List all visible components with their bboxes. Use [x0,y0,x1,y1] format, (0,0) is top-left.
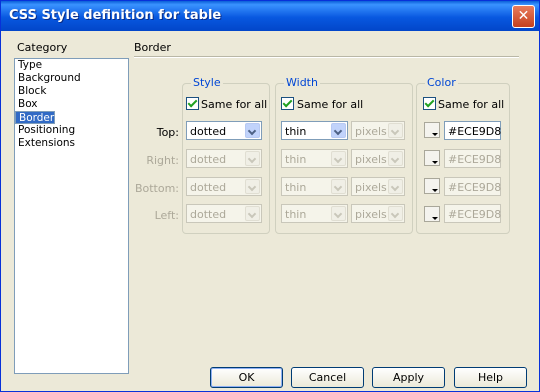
right-unit-select[interactable]: pixels [351,149,405,168]
left-style-select[interactable]: dotted [186,204,262,223]
style-same-label: Same for all [201,98,268,111]
left-width-select[interactable]: thin [281,204,348,223]
apply-button[interactable]: Apply [372,367,445,388]
right-style-select[interactable]: dotted [186,149,262,168]
right-style-value: dotted [190,153,227,166]
color-group-label: Color [425,76,458,89]
chevron-down-icon [245,206,260,221]
dialog-window: CSS Style definition for table ✕ Categor… [0,0,540,392]
category-label: Category [17,41,68,54]
bottom-style-select[interactable]: dotted [186,177,262,196]
chevron-down-icon [331,206,346,221]
bottom-color-input[interactable]: #ECE9D8 [444,177,501,196]
category-item-border[interactable]: Border [15,111,56,124]
chevron-down-icon [245,179,260,194]
width-group-label: Width [284,76,320,89]
chevron-down-icon [388,151,403,166]
close-icon: ✕ [517,8,530,24]
category-list[interactable]: Type Background Block Box Border List Po… [14,58,129,374]
chevron-down-icon [331,179,346,194]
chevron-down-icon [331,151,346,166]
left-unit-value: pixels [355,208,387,221]
ok-button[interactable]: OK [210,367,283,388]
width-same-label: Same for all [297,98,364,111]
row-label-left: Left: [154,209,179,222]
top-unit-value: pixels [355,125,387,138]
top-color-swatch[interactable] [424,122,440,138]
row-label-right: Right: [146,154,179,167]
category-item-box[interactable]: Box [15,98,128,111]
left-color-swatch[interactable] [424,206,440,222]
bottom-style-value: dotted [190,181,227,194]
left-style-value: dotted [190,208,227,221]
category-item-type[interactable]: Type [15,59,128,72]
style-group-label: Style [191,76,223,89]
row-label-top: Top: [156,126,179,139]
style-same-checkbox[interactable] [186,97,199,110]
width-same-checkbox[interactable] [281,97,294,110]
left-color-input[interactable]: #ECE9D8 [444,204,501,223]
right-color-swatch[interactable] [424,150,440,166]
bottom-width-value: thin [285,181,307,194]
top-unit-select[interactable]: pixels [351,121,405,140]
close-button[interactable]: ✕ [512,5,535,28]
chevron-down-icon [388,123,403,138]
category-item-positioning[interactable]: Positioning [15,124,128,137]
bottom-color-swatch[interactable] [424,178,440,194]
right-width-value: thin [285,153,307,166]
color-same-checkbox[interactable] [423,97,436,110]
right-unit-value: pixels [355,153,387,166]
window-title: CSS Style definition for table [9,8,222,23]
color-same-label: Same for all [438,98,505,111]
top-width-select[interactable]: thin [281,121,348,140]
bottom-unit-select[interactable]: pixels [351,177,405,196]
chevron-down-icon [388,206,403,221]
chevron-down-icon [245,123,260,138]
left-unit-select[interactable]: pixels [351,204,405,223]
bottom-unit-value: pixels [355,181,387,194]
section-title: Border [134,41,171,54]
section-divider [134,56,519,58]
right-color-input[interactable]: #ECE9D8 [444,149,501,168]
category-item-block[interactable]: Block [15,85,128,98]
top-style-select[interactable]: dotted [186,121,262,140]
left-width-value: thin [285,208,307,221]
right-width-select[interactable]: thin [281,149,348,168]
top-style-value: dotted [190,125,227,138]
chevron-down-icon [245,151,260,166]
bottom-width-select[interactable]: thin [281,177,348,196]
chevron-down-icon [388,179,403,194]
cancel-button[interactable]: Cancel [291,367,364,388]
top-width-value: thin [285,125,307,138]
row-label-bottom: Bottom: [134,182,179,195]
category-item-background[interactable]: Background [15,72,128,85]
title-bar[interactable]: CSS Style definition for table ✕ [1,1,539,31]
category-item-extensions[interactable]: Extensions [15,137,128,150]
help-button[interactable]: Help [454,367,527,388]
chevron-down-icon [331,123,346,138]
top-color-input[interactable]: #ECE9D8 [444,121,501,140]
